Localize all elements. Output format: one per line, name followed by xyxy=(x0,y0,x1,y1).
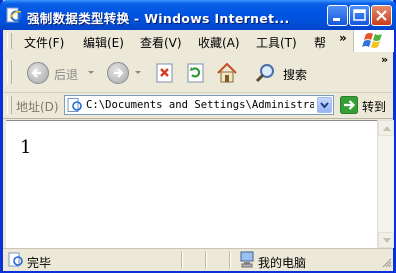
window-title: 强制数据类型转换 - Windows Internet... xyxy=(27,11,290,26)
status-text: 完毕 xyxy=(27,256,52,270)
menu-tools[interactable]: 工具(T) xyxy=(256,34,297,51)
address-dropdown-button[interactable] xyxy=(317,97,332,113)
back-dropdown-icon[interactable] xyxy=(88,71,94,74)
menu-favorites[interactable]: 收藏(A) xyxy=(198,34,240,51)
scroll-down-button[interactable] xyxy=(378,232,394,248)
security-zone-text: 我的电脑 xyxy=(258,256,307,270)
windows-flag-icon xyxy=(362,33,382,48)
standard-toolbar: 后退 搜索 » xyxy=(3,52,393,93)
address-bar: 地址(D) C:\Documents and Settings\Administ… xyxy=(3,93,393,119)
resize-grip-icon[interactable] xyxy=(381,257,392,269)
menu-grip[interactable] xyxy=(7,33,12,49)
menu-view[interactable]: 查看(V) xyxy=(140,34,182,51)
status-divider xyxy=(181,251,183,269)
maximize-button[interactable] xyxy=(349,5,370,26)
status-divider xyxy=(205,251,207,269)
toolbar-grip[interactable] xyxy=(7,60,12,84)
address-input[interactable]: C:\Documents and Settings\Administrato xyxy=(64,95,334,115)
internet-explorer-icon xyxy=(6,7,22,23)
chevron-down-icon xyxy=(320,102,329,109)
go-arrow-icon[interactable] xyxy=(340,96,358,114)
menu-overflow-chevron[interactable]: » xyxy=(339,31,347,45)
close-button[interactable] xyxy=(371,5,392,26)
windows-logo xyxy=(353,30,394,52)
page-content: 1 xyxy=(6,120,377,249)
menu-help[interactable]: 帮 xyxy=(314,34,326,51)
close-icon xyxy=(376,10,387,21)
search-icon[interactable] xyxy=(254,61,278,85)
page-status-icon xyxy=(8,252,23,267)
address-grip[interactable] xyxy=(7,96,12,114)
address-url[interactable]: C:\Documents and Settings\Administrato xyxy=(86,98,314,113)
maximize-icon xyxy=(353,9,366,21)
forward-button[interactable] xyxy=(107,62,129,84)
refresh-icon[interactable] xyxy=(184,61,208,85)
scroll-down-icon xyxy=(383,238,391,243)
title-bar[interactable]: 强制数据类型转换 - Windows Internet... xyxy=(0,0,396,30)
forward-dropdown-icon[interactable] xyxy=(135,71,141,74)
scroll-up-icon xyxy=(383,126,391,131)
status-bar: 完毕 我的电脑 xyxy=(3,248,393,271)
menu-bar: 文件(F) 编辑(E) 查看(V) 收藏(A) 工具(T) 帮 » xyxy=(3,30,393,53)
stop-icon[interactable] xyxy=(153,61,177,85)
page-icon xyxy=(67,98,82,112)
vertical-scrollbar[interactable] xyxy=(377,120,394,248)
minimize-icon xyxy=(333,18,340,21)
go-button-label[interactable]: 转到 xyxy=(362,98,386,115)
forward-arrow-icon xyxy=(114,68,124,78)
back-button[interactable] xyxy=(27,62,49,84)
menu-file[interactable]: 文件(F) xyxy=(24,34,64,51)
minimize-button[interactable] xyxy=(327,5,348,26)
my-computer-icon xyxy=(240,251,254,268)
search-label[interactable]: 搜索 xyxy=(283,66,307,83)
back-arrow-icon xyxy=(31,68,41,78)
page-body-text: 1 xyxy=(20,137,32,158)
status-divider xyxy=(229,251,231,269)
ie-window: 强制数据类型转换 - Windows Internet... 文件(F) 编辑(… xyxy=(0,0,396,273)
scroll-up-button[interactable] xyxy=(378,120,394,136)
menu-edit[interactable]: 编辑(E) xyxy=(83,34,124,51)
address-label: 地址(D) xyxy=(16,100,59,114)
back-label[interactable]: 后退 xyxy=(54,66,78,83)
home-icon[interactable] xyxy=(215,61,239,85)
toolbar-overflow-chevron[interactable]: » xyxy=(381,53,388,66)
